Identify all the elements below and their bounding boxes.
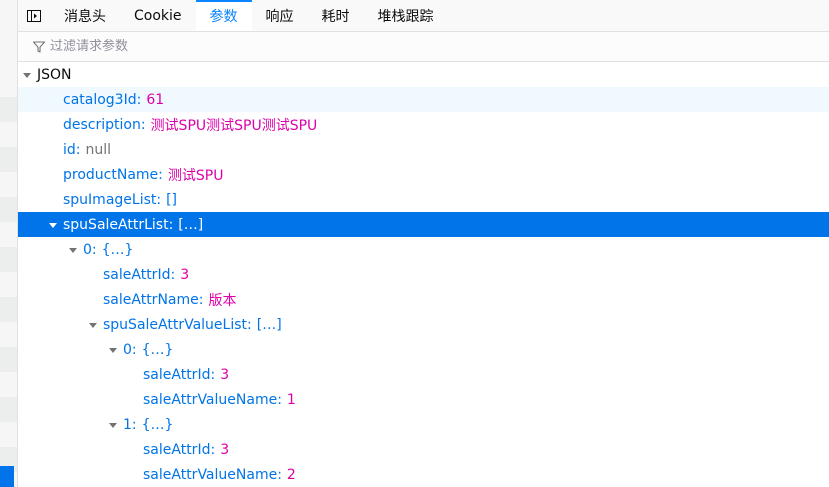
filter-params-input[interactable] bbox=[50, 39, 350, 54]
key-separator: : bbox=[198, 291, 204, 308]
tree-key: saleAttrValueName bbox=[143, 466, 278, 483]
tree-row[interactable]: saleAttrId: 3 bbox=[18, 437, 829, 462]
tree-row[interactable]: description: 测试SPU测试SPU测试SPU bbox=[18, 112, 829, 137]
tab-headers[interactable]: 消息头 bbox=[50, 0, 120, 31]
triangle-down-icon[interactable] bbox=[108, 345, 118, 355]
tree-row[interactable]: 0: {…} bbox=[18, 337, 829, 362]
filter-bar bbox=[18, 32, 829, 62]
key-separator: : bbox=[210, 441, 216, 458]
tree-key: saleAttrId bbox=[143, 441, 211, 458]
tree-row-selected[interactable]: spuSaleAttrList: […] bbox=[18, 212, 829, 237]
tree-value: 3 bbox=[180, 266, 190, 283]
tree-row[interactable]: catalog3Id: 61 bbox=[18, 87, 829, 112]
triangle-down-icon[interactable] bbox=[48, 220, 58, 230]
triangle-down-icon[interactable] bbox=[88, 320, 98, 330]
key-separator: : bbox=[168, 216, 174, 233]
key-separator: : bbox=[136, 91, 142, 108]
key-separator: : bbox=[131, 416, 137, 433]
tree-key: saleAttrId bbox=[143, 366, 211, 383]
tree-key: 0 bbox=[123, 341, 132, 358]
tree-value: {…} bbox=[141, 341, 174, 358]
tree-row[interactable]: saleAttrId: 3 bbox=[18, 362, 829, 387]
key-separator: : bbox=[277, 466, 282, 483]
key-separator: : bbox=[277, 391, 282, 408]
tree-row[interactable]: 1: {…} bbox=[18, 412, 829, 437]
key-separator: : bbox=[210, 366, 216, 383]
tree-key: productName bbox=[63, 166, 159, 183]
tree-key: description bbox=[63, 116, 141, 133]
gutter-row bbox=[0, 97, 17, 122]
request-list-gutter bbox=[0, 0, 18, 487]
network-params-panel: 消息头 Cookie 参数 响应 耗时 堆栈跟踪 JSON catalog3Id… bbox=[0, 0, 829, 487]
tree-key: spuSaleAttrValueList bbox=[103, 316, 248, 333]
tree-value: 3 bbox=[220, 366, 230, 383]
tree-value: 版本 bbox=[208, 292, 237, 309]
key-separator: : bbox=[170, 266, 176, 283]
tree-key: spuSaleAttrList bbox=[63, 216, 169, 233]
key-separator: : bbox=[247, 316, 252, 333]
tree-value: 2 bbox=[286, 466, 296, 483]
filter-icon bbox=[32, 40, 46, 54]
tree-value: 测试SPU测试SPU测试SPU bbox=[150, 117, 318, 134]
tree-key: catalog3Id bbox=[63, 91, 137, 108]
tree-value: {…} bbox=[101, 241, 134, 258]
tree-row[interactable]: spuSaleAttrValueList: […] bbox=[18, 312, 829, 337]
key-separator: : bbox=[75, 141, 81, 158]
panel-toggle-icon bbox=[26, 8, 42, 24]
selected-request-marker[interactable] bbox=[0, 466, 14, 487]
tree-key: saleAttrId bbox=[103, 266, 171, 283]
key-separator: : bbox=[91, 241, 97, 258]
key-separator: : bbox=[140, 116, 146, 133]
gutter-row bbox=[0, 347, 17, 372]
tree-key: saleAttrValueName bbox=[143, 391, 278, 408]
triangle-down-icon[interactable] bbox=[22, 70, 32, 80]
tree-value: 测试SPU bbox=[167, 167, 224, 184]
details-tab-bar: 消息头 Cookie 参数 响应 耗时 堆栈跟踪 bbox=[18, 0, 829, 32]
gutter-row bbox=[0, 397, 17, 422]
tree-root-label: JSON bbox=[37, 66, 72, 83]
tree-row[interactable]: saleAttrId: 3 bbox=[18, 262, 829, 287]
tree-row[interactable]: saleAttrName: 版本 bbox=[18, 287, 829, 312]
gutter-row bbox=[0, 197, 17, 222]
gutter-row bbox=[0, 297, 17, 322]
tree-value: 1 bbox=[286, 391, 296, 408]
gutter-row bbox=[0, 247, 17, 272]
tab-stack-trace[interactable]: 堆栈跟踪 bbox=[364, 0, 448, 31]
key-separator: : bbox=[131, 341, 137, 358]
tree-value: […] bbox=[178, 216, 204, 233]
key-separator: : bbox=[158, 166, 163, 183]
tree-value: [] bbox=[166, 191, 178, 208]
tab-params[interactable]: 参数 bbox=[195, 0, 252, 31]
tree-value: 61 bbox=[146, 91, 165, 108]
tree-key: id bbox=[63, 141, 76, 158]
tree-row[interactable]: saleAttrValueName: 2 bbox=[18, 462, 829, 487]
tree-value: null bbox=[85, 141, 112, 158]
tree-row[interactable]: spuImageList: [] bbox=[18, 187, 829, 212]
triangle-down-icon[interactable] bbox=[68, 245, 78, 255]
triangle-down-icon[interactable] bbox=[108, 420, 118, 430]
tree-key: 0 bbox=[83, 241, 92, 258]
tree-root-row[interactable]: JSON bbox=[18, 62, 829, 87]
tab-response[interactable]: 响应 bbox=[252, 0, 308, 31]
tree-row[interactable]: 0: {…} bbox=[18, 237, 829, 262]
tree-key: spuImageList bbox=[63, 191, 157, 208]
panel-toggle-button[interactable] bbox=[18, 0, 50, 31]
params-tree: JSON catalog3Id: 61 description: 测试SPU测试… bbox=[18, 62, 829, 487]
key-separator: : bbox=[156, 191, 162, 208]
tree-key: 1 bbox=[123, 416, 132, 433]
tab-cookies[interactable]: Cookie bbox=[120, 0, 196, 31]
tree-row[interactable]: productName: 测试SPU bbox=[18, 162, 829, 187]
tree-key: saleAttrName bbox=[103, 291, 199, 308]
tab-timings[interactable]: 耗时 bbox=[308, 0, 364, 31]
tree-value: […] bbox=[256, 316, 282, 333]
tree-row[interactable]: saleAttrValueName: 1 bbox=[18, 387, 829, 412]
tree-value: 3 bbox=[220, 441, 230, 458]
tree-value: {…} bbox=[141, 416, 174, 433]
gutter-row bbox=[0, 147, 17, 172]
tree-row[interactable]: id: null bbox=[18, 137, 829, 162]
